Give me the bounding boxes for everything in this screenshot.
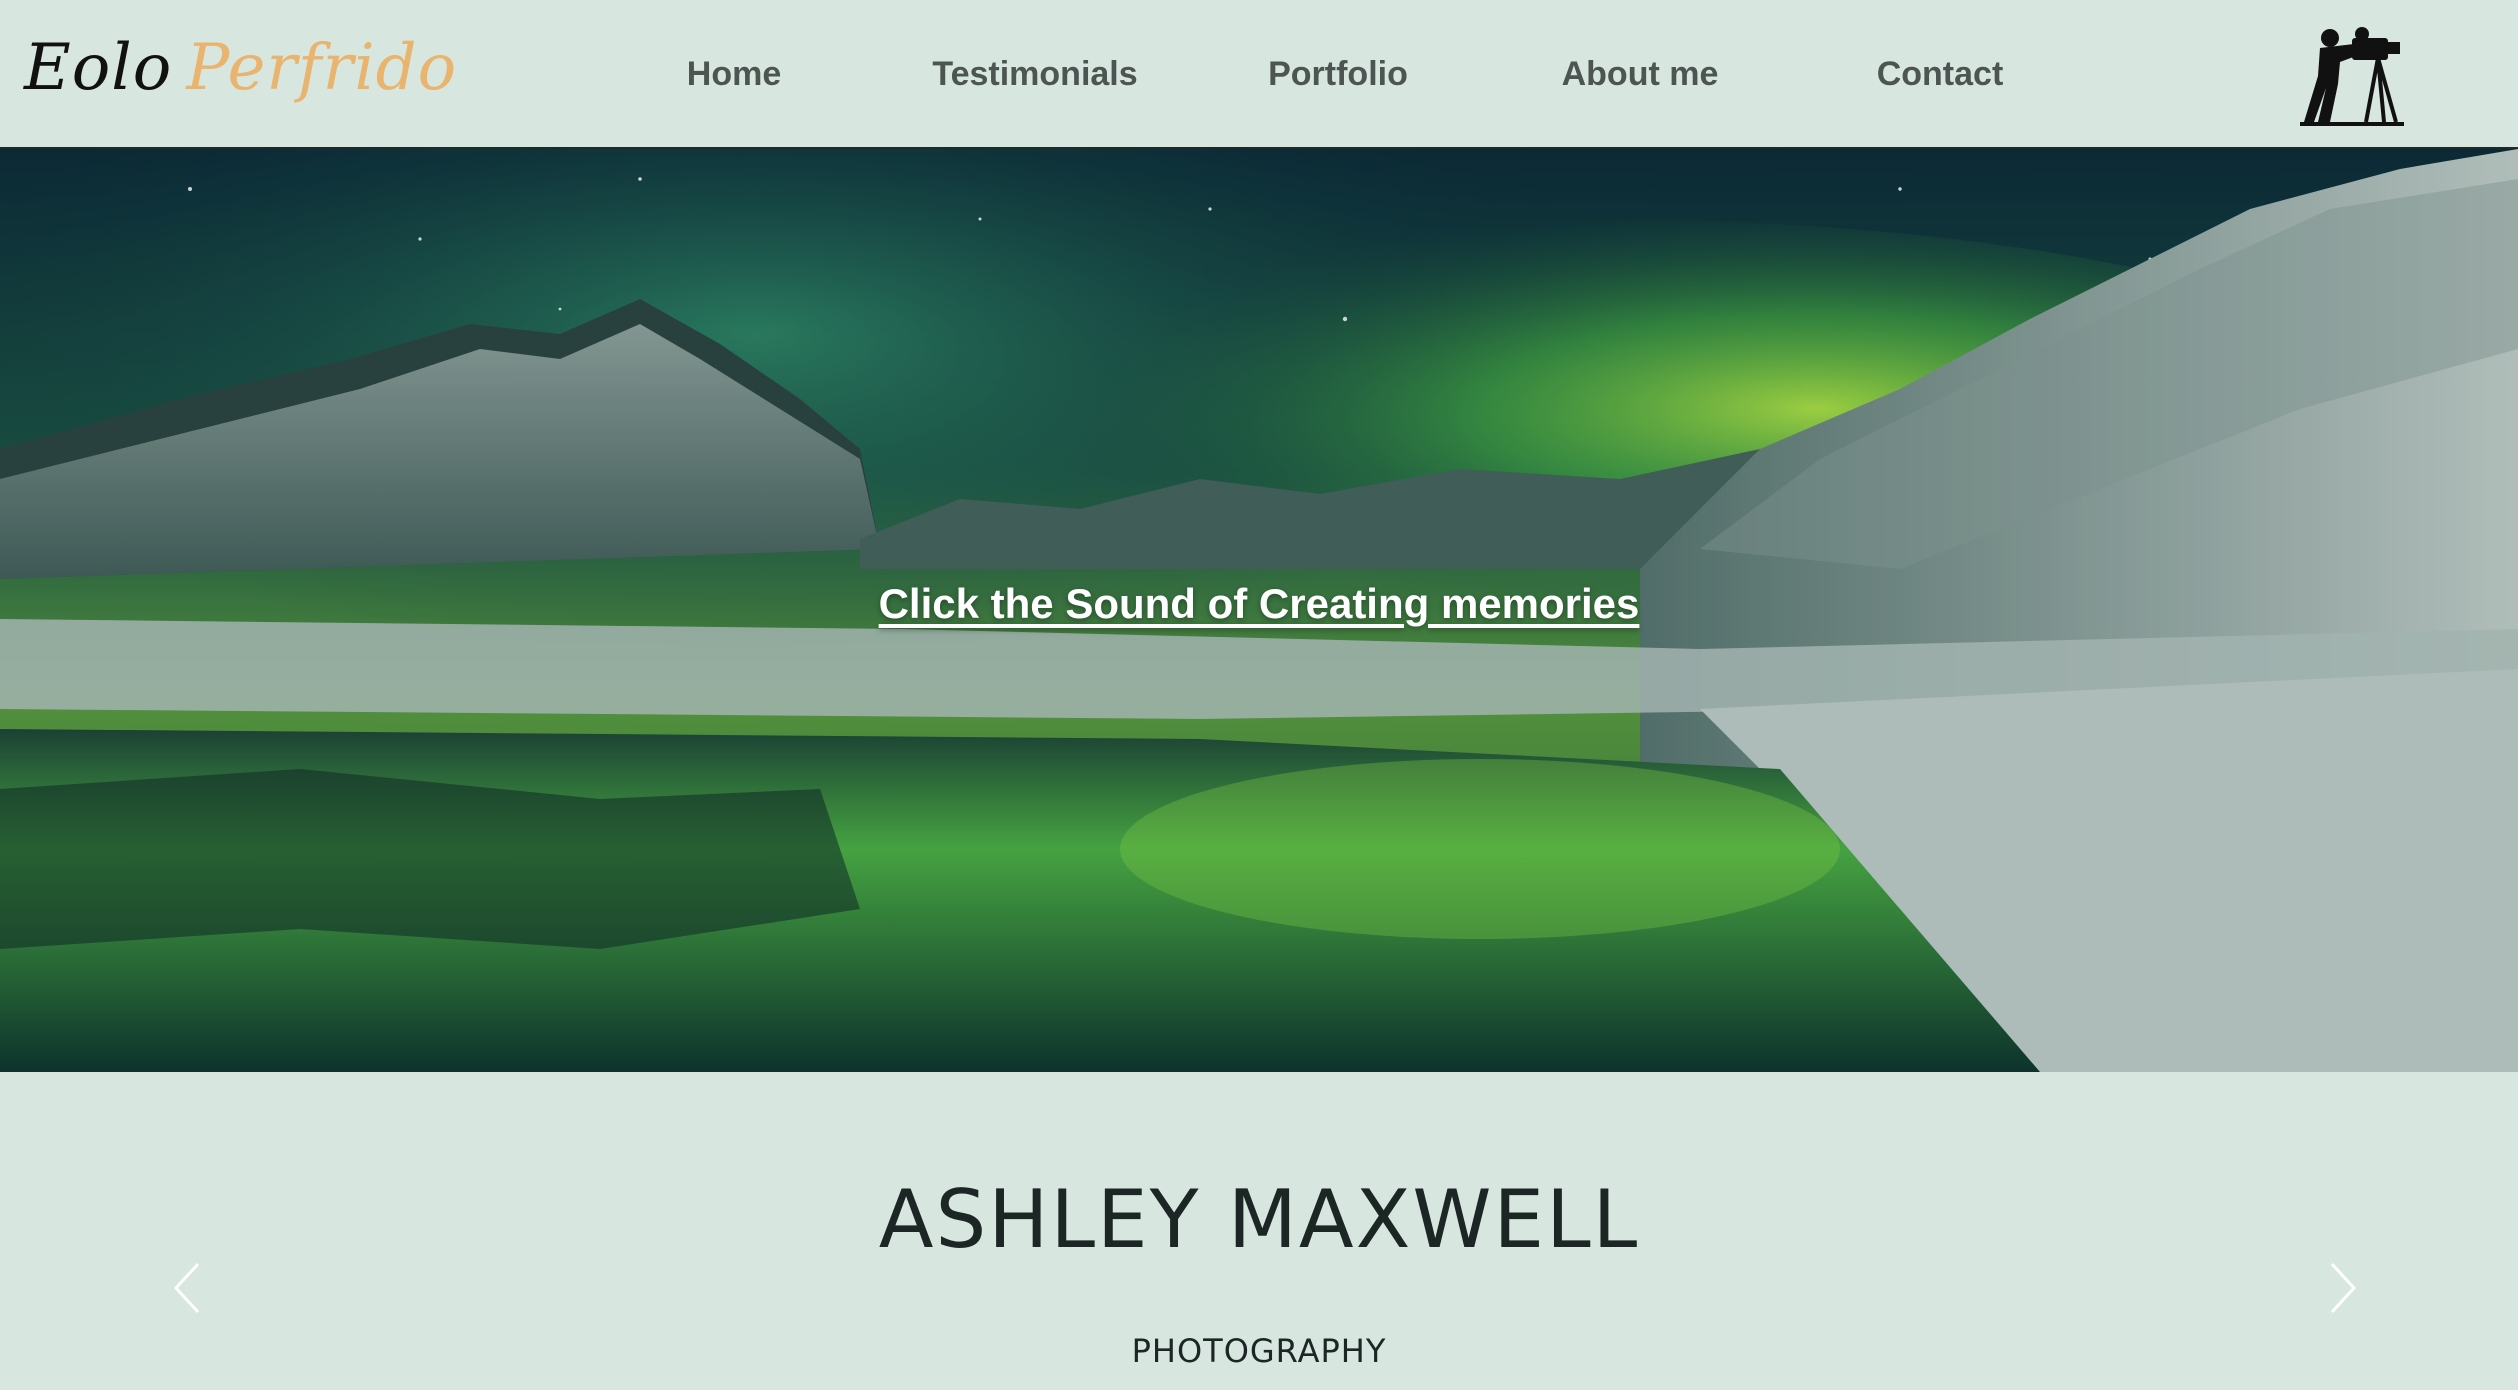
logo-text-primary: Eolo	[24, 31, 173, 105]
carousel-prev-button[interactable]	[160, 1258, 220, 1318]
carousel-next-button[interactable]	[2310, 1258, 2370, 1318]
nav-home[interactable]: Home	[650, 46, 818, 102]
hero-banner: Click the Sound of Creating memories	[0, 149, 2518, 1072]
camera-operator-icon[interactable]	[2300, 18, 2410, 128]
nav-about-me[interactable]: About me	[1540, 46, 1740, 102]
nav-portfolio[interactable]: Portfolio	[1240, 46, 1436, 102]
photographer-name: ASHLEY MAXWELL	[878, 1173, 1640, 1266]
chevron-right-icon	[2330, 1262, 2357, 1314]
site-logo[interactable]: Eolo Perfrido	[24, 18, 457, 118]
nav-contact[interactable]: Contact	[1855, 46, 2025, 102]
nav-testimonials[interactable]: Testimonials	[905, 46, 1165, 102]
chevron-left-icon	[173, 1262, 200, 1314]
hero-cta-link[interactable]: Click the Sound of Creating memories	[879, 580, 1640, 627]
photographer-subtitle: PHOTOGRAPHY	[1131, 1332, 1387, 1370]
logo-text-accent: Perfrido	[186, 31, 458, 105]
site-header: Eolo Perfrido Home Testimonials Portfolio…	[0, 0, 2518, 149]
